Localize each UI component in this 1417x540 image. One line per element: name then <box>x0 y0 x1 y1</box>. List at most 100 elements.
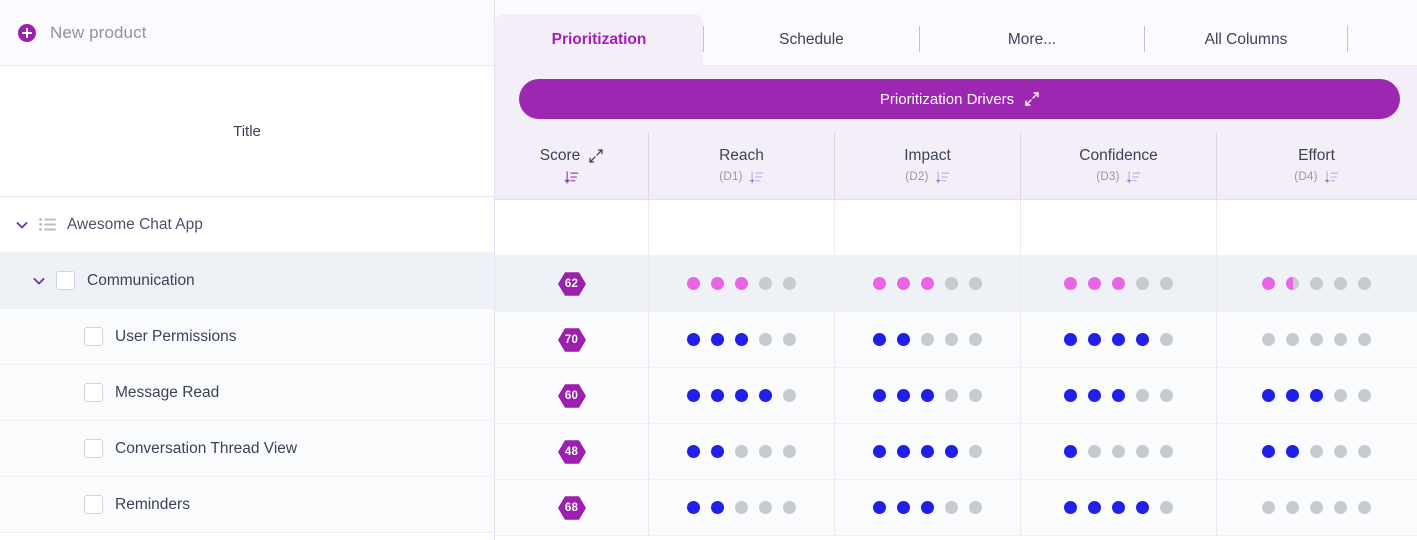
driver-rating-cell[interactable] <box>1020 312 1216 367</box>
rating-dot-filled[interactable] <box>687 501 700 514</box>
rating-dot-empty[interactable] <box>969 389 982 402</box>
rating-dots[interactable] <box>1262 389 1371 402</box>
rating-dot-empty[interactable] <box>1310 445 1323 458</box>
table-row[interactable]: 60 <box>495 368 1417 424</box>
rating-dot-empty[interactable] <box>783 277 796 290</box>
driver-rating-cell[interactable] <box>1216 312 1416 367</box>
rating-dot-empty[interactable] <box>1112 445 1125 458</box>
new-product-bar[interactable]: New product <box>0 0 494 66</box>
tab-schedule[interactable]: Schedule <box>704 14 919 66</box>
driver-rating-cell[interactable] <box>834 200 1020 255</box>
chevron-down-icon[interactable] <box>14 217 30 233</box>
rating-dot-filled[interactable] <box>1064 501 1077 514</box>
rating-dot-filled[interactable] <box>873 333 886 346</box>
rating-dot-empty[interactable] <box>1358 445 1371 458</box>
rating-dot-empty[interactable] <box>969 277 982 290</box>
sort-descending-icon[interactable] <box>1324 170 1339 185</box>
row-checkbox[interactable] <box>84 383 103 402</box>
driver-rating-cell[interactable] <box>1216 256 1416 311</box>
rating-dot-filled[interactable] <box>711 389 724 402</box>
rating-dot-empty[interactable] <box>1262 501 1275 514</box>
rating-dot-empty[interactable] <box>1160 333 1173 346</box>
driver-rating-cell[interactable] <box>834 424 1020 479</box>
title-row[interactable]: Communication <box>0 253 494 309</box>
rating-dot-filled[interactable] <box>711 501 724 514</box>
table-row[interactable]: 68 <box>495 480 1417 536</box>
title-row[interactable]: Message Read <box>0 365 494 421</box>
rating-dot-filled[interactable] <box>687 333 700 346</box>
chevron-down-icon[interactable] <box>31 273 47 289</box>
tab-more[interactable]: More... <box>920 14 1144 66</box>
plus-circle-icon[interactable] <box>18 24 36 42</box>
rating-dot-filled[interactable] <box>897 277 910 290</box>
driver-rating-cell[interactable] <box>648 256 834 311</box>
rating-dot-empty[interactable] <box>969 333 982 346</box>
rating-dot-filled[interactable] <box>1262 277 1275 290</box>
rating-dot-filled[interactable] <box>873 445 886 458</box>
rating-dot-filled[interactable] <box>921 389 934 402</box>
rating-dot-filled[interactable] <box>687 277 700 290</box>
rating-dot-empty[interactable] <box>1334 389 1347 402</box>
rating-dot-filled[interactable] <box>687 389 700 402</box>
rating-dot-empty[interactable] <box>783 389 796 402</box>
column-header-confidence[interactable]: Confidence(D3) <box>1020 132 1216 199</box>
rating-dot-filled[interactable] <box>1064 389 1077 402</box>
rating-dots[interactable] <box>1064 389 1173 402</box>
driver-rating-cell[interactable] <box>834 368 1020 423</box>
rating-dot-empty[interactable] <box>945 389 958 402</box>
driver-rating-cell[interactable] <box>834 256 1020 311</box>
rating-dot-empty[interactable] <box>1334 501 1347 514</box>
rating-dot-filled[interactable] <box>711 277 724 290</box>
rating-dot-empty[interactable] <box>1358 501 1371 514</box>
rating-dot-empty[interactable] <box>921 333 934 346</box>
tab-prioritization[interactable]: Prioritization <box>495 14 703 66</box>
rating-dot-empty[interactable] <box>783 333 796 346</box>
rating-dot-empty[interactable] <box>1310 501 1323 514</box>
rating-dot-empty[interactable] <box>1136 445 1149 458</box>
rating-dots[interactable] <box>687 501 796 514</box>
rating-dot-filled[interactable] <box>921 501 934 514</box>
sort-descending-icon[interactable] <box>935 170 950 185</box>
rating-dot-empty[interactable] <box>759 501 772 514</box>
rating-dot-filled[interactable] <box>1064 277 1077 290</box>
rating-dot-empty[interactable] <box>969 501 982 514</box>
rating-dot-empty[interactable] <box>945 501 958 514</box>
driver-rating-cell[interactable] <box>648 368 834 423</box>
expand-diagonal-icon[interactable] <box>589 149 603 163</box>
rating-dot-half[interactable] <box>1286 277 1299 290</box>
rating-dot-filled[interactable] <box>1286 445 1299 458</box>
rating-dot-filled[interactable] <box>1136 501 1149 514</box>
rating-dot-filled[interactable] <box>873 277 886 290</box>
driver-rating-cell[interactable] <box>1020 480 1216 535</box>
rating-dot-filled[interactable] <box>711 333 724 346</box>
rating-dot-empty[interactable] <box>1160 277 1173 290</box>
rating-dot-filled[interactable] <box>1112 277 1125 290</box>
title-row[interactable]: Awesome Chat App <box>0 197 494 253</box>
rating-dots[interactable] <box>873 389 982 402</box>
rating-dot-filled[interactable] <box>1064 333 1077 346</box>
driver-rating-cell[interactable] <box>648 200 834 255</box>
driver-rating-cell[interactable] <box>1020 424 1216 479</box>
table-row[interactable]: 70 <box>495 312 1417 368</box>
driver-rating-cell[interactable] <box>648 312 834 367</box>
score-cell[interactable]: 48 <box>495 424 648 479</box>
driver-rating-cell[interactable] <box>1020 256 1216 311</box>
row-checkbox[interactable] <box>84 439 103 458</box>
driver-rating-cell[interactable] <box>1020 200 1216 255</box>
rating-dot-filled[interactable] <box>897 389 910 402</box>
rating-dot-empty[interactable] <box>1334 333 1347 346</box>
rating-dot-filled[interactable] <box>1112 389 1125 402</box>
score-cell[interactable]: 68 <box>495 480 648 535</box>
rating-dots[interactable] <box>1262 277 1371 290</box>
rating-dot-filled[interactable] <box>735 333 748 346</box>
rating-dot-empty[interactable] <box>1136 389 1149 402</box>
rating-dot-filled[interactable] <box>897 501 910 514</box>
rating-dot-empty[interactable] <box>1358 277 1371 290</box>
rating-dot-empty[interactable] <box>759 333 772 346</box>
rating-dots[interactable] <box>1262 445 1371 458</box>
rating-dot-empty[interactable] <box>1358 389 1371 402</box>
rating-dot-empty[interactable] <box>759 277 772 290</box>
rating-dot-filled[interactable] <box>921 445 934 458</box>
row-checkbox[interactable] <box>84 327 103 346</box>
rating-dot-empty[interactable] <box>1310 277 1323 290</box>
